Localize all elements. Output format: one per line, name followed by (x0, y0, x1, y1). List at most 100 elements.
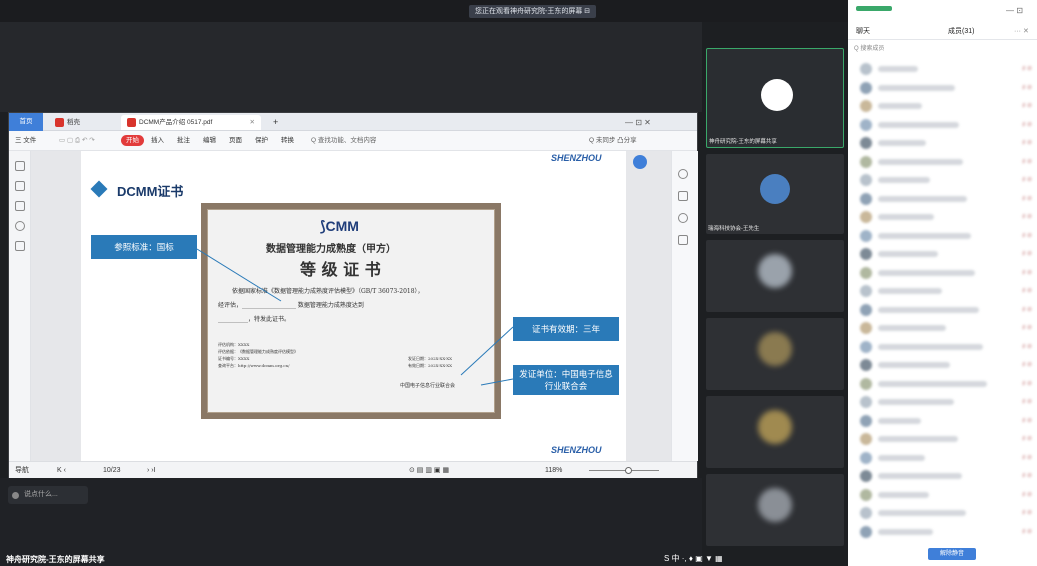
menu-start[interactable]: 开始 (121, 135, 144, 146)
member-row[interactable]: ♯ ⊘ (854, 190, 1037, 208)
member-row[interactable]: ♯ ⊘ (854, 467, 1037, 485)
chat-input[interactable]: 说点什么... (8, 486, 88, 504)
member-row[interactable]: ♯ ⊘ (854, 79, 1037, 97)
search-box[interactable]: Q 查找功能、文档内容 (311, 131, 376, 151)
tab-members[interactable]: 成员(31) (948, 24, 974, 40)
member-row[interactable]: ♯ ⊘ (854, 60, 1037, 78)
mic-muted-icon[interactable]: ♯ ⊘ (1022, 324, 1032, 331)
zoom-icon[interactable] (678, 169, 688, 179)
member-row[interactable]: ♯ ⊘ (854, 486, 1037, 504)
view-mode-icons[interactable]: ⊙ ▤ ▥ ▣ ▦ (409, 462, 449, 479)
member-row[interactable]: ♯ ⊘ (854, 356, 1037, 374)
mic-muted-icon[interactable]: ♯ ⊘ (1022, 417, 1032, 424)
signature-icon[interactable] (15, 241, 25, 251)
help-icon[interactable] (678, 213, 688, 223)
member-row[interactable]: ♯ ⊘ (854, 171, 1037, 189)
member-row[interactable]: ♯ ⊘ (854, 504, 1037, 522)
tab-document[interactable]: DCMM产品介绍 0517.pdf ✕ (121, 115, 261, 130)
mic-muted-icon[interactable]: ♯ ⊘ (1022, 306, 1032, 313)
mic-muted-icon[interactable]: ♯ ⊘ (1022, 232, 1032, 239)
close-icon[interactable]: ··· ✕ (1014, 24, 1029, 40)
share-banner[interactable]: 您正在观看神舟研究院-王东的屏幕 ⊟ (469, 5, 597, 18)
member-row[interactable]: ♯ ⊘ (854, 208, 1037, 226)
mic-muted-icon[interactable]: ♯ ⊘ (1022, 380, 1032, 387)
thumbnail-icon[interactable] (15, 181, 25, 191)
mic-muted-icon[interactable]: ♯ ⊘ (1022, 176, 1032, 183)
member-row[interactable]: ♯ ⊘ (854, 430, 1037, 448)
new-tab-icon[interactable]: + (267, 115, 284, 130)
member-row[interactable]: ♯ ⊘ (854, 523, 1037, 541)
close-tab-icon[interactable]: ✕ (250, 115, 255, 130)
member-row[interactable]: ♯ ⊘ (854, 227, 1037, 245)
member-row[interactable]: ♯ ⊘ (854, 412, 1037, 430)
attachment-icon[interactable] (15, 221, 25, 231)
member-row[interactable]: ♯ ⊘ (854, 449, 1037, 467)
tab-wps[interactable]: 稻壳 (49, 115, 86, 130)
mic-muted-icon[interactable]: ♯ ⊘ (1022, 195, 1032, 202)
menu-file[interactable]: 三 文件 (15, 131, 36, 151)
member-row[interactable]: ♯ ⊘ (854, 264, 1037, 282)
menu-insert[interactable]: 插入 (151, 131, 164, 151)
nav-toggle[interactable]: 导航 (15, 462, 29, 479)
member-row[interactable]: ♯ ⊘ (854, 282, 1037, 300)
member-row[interactable]: ♯ ⊘ (854, 153, 1037, 171)
menu-page[interactable]: 页面 (229, 131, 242, 151)
mic-muted-icon[interactable]: ♯ ⊘ (1022, 102, 1032, 109)
mic-muted-icon[interactable]: ♯ ⊘ (1022, 287, 1032, 294)
translate-icon[interactable] (678, 191, 688, 201)
video-tile-6[interactable] (706, 474, 844, 546)
video-tile-4[interactable] (706, 318, 844, 390)
member-row[interactable]: ♯ ⊘ (854, 393, 1037, 411)
mic-muted-icon[interactable]: ♯ ⊘ (1022, 361, 1032, 368)
bookmark-icon[interactable] (15, 161, 25, 171)
window-controls[interactable]: — ⊡ ✕ (619, 115, 657, 130)
mic-muted-icon[interactable]: ♯ ⊘ (1022, 121, 1032, 128)
input-method-toolbar[interactable]: S 中 ·, ♦ ▣ ▼ ▦ (664, 553, 723, 564)
menu-annotate[interactable]: 批注 (177, 131, 190, 151)
zoom-slider-thumb[interactable] (625, 467, 632, 474)
window-controls[interactable]: — ⊡ (1006, 6, 1023, 15)
mic-muted-icon[interactable]: ♯ ⊘ (1022, 472, 1032, 479)
zoom-level[interactable]: 118% (545, 462, 562, 479)
member-row[interactable]: ♯ ⊘ (854, 338, 1037, 356)
mic-muted-icon[interactable]: ♯ ⊘ (1022, 269, 1032, 276)
mic-muted-icon[interactable]: ♯ ⊘ (1022, 158, 1032, 165)
share-banner-icon[interactable]: ⊟ (584, 8, 590, 15)
mic-muted-icon[interactable]: ♯ ⊘ (1022, 435, 1032, 442)
unmute-button[interactable]: 解除静音 (928, 548, 976, 560)
menu-edit[interactable]: 编辑 (203, 131, 216, 151)
next-page-icon[interactable]: › ›I (147, 462, 156, 479)
video-tile-5[interactable] (706, 396, 844, 468)
member-row[interactable]: ♯ ⊘ (854, 319, 1037, 337)
mic-muted-icon[interactable]: ♯ ⊘ (1022, 343, 1032, 350)
menu-protect[interactable]: 保护 (255, 131, 268, 151)
mic-muted-icon[interactable]: ♯ ⊘ (1022, 65, 1032, 72)
tab-home[interactable]: 首页 (9, 113, 43, 131)
mic-muted-icon[interactable]: ♯ ⊘ (1022, 84, 1032, 91)
mic-muted-icon[interactable]: ♯ ⊘ (1022, 213, 1032, 220)
sync-share[interactable]: Q 未同步 凸分享 (589, 131, 637, 151)
mic-muted-icon[interactable]: ♯ ⊘ (1022, 528, 1032, 535)
settings-icon[interactable] (678, 235, 688, 245)
mic-muted-icon[interactable]: ♯ ⊘ (1022, 250, 1032, 257)
mic-muted-icon[interactable]: ♯ ⊘ (1022, 454, 1032, 461)
mic-muted-icon[interactable]: ♯ ⊘ (1022, 139, 1032, 146)
tab-chat[interactable]: 聊天 (856, 24, 870, 40)
member-row[interactable]: ♯ ⊘ (854, 116, 1037, 134)
emoji-icon[interactable] (12, 492, 19, 499)
page-indicator[interactable]: 10/23 (103, 462, 121, 479)
mic-muted-icon[interactable]: ♯ ⊘ (1022, 509, 1032, 516)
member-row[interactable]: ♯ ⊘ (854, 375, 1037, 393)
prev-page-icon[interactable]: K ‹ (57, 462, 66, 479)
member-search-input[interactable]: Q 搜索成员 (854, 43, 1031, 55)
quick-tools-icon[interactable]: ▭ ▢ ⎙ ↶ ↷ (59, 131, 95, 151)
video-tile-3[interactable] (706, 240, 844, 312)
member-row[interactable]: ♯ ⊘ (854, 134, 1037, 152)
member-row[interactable]: ♯ ⊘ (854, 245, 1037, 263)
video-tile-2[interactable]: 瑞海科技协会-王先生 (706, 154, 844, 234)
comment-icon[interactable] (15, 201, 25, 211)
mic-muted-icon[interactable]: ♯ ⊘ (1022, 491, 1032, 498)
member-row[interactable]: ♯ ⊘ (854, 97, 1037, 115)
zoom-slider[interactable] (589, 470, 659, 471)
mic-muted-icon[interactable]: ♯ ⊘ (1022, 398, 1032, 405)
